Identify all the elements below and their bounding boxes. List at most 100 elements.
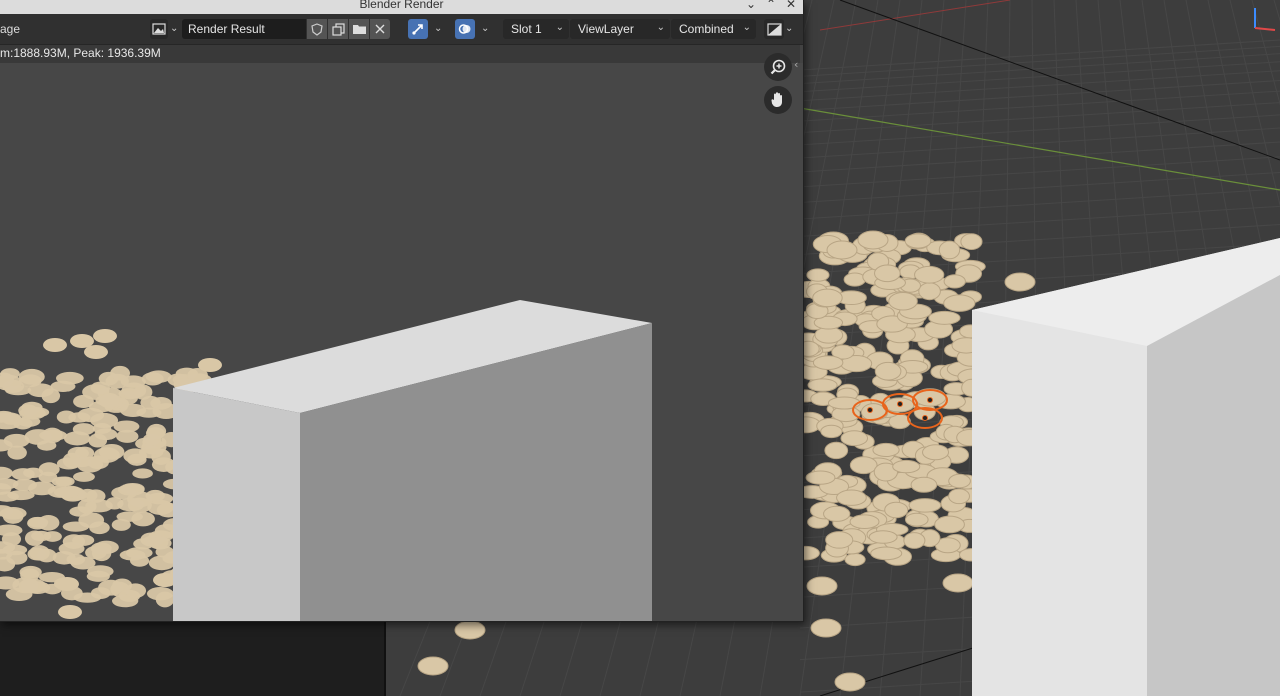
pebble xyxy=(918,282,941,301)
pebble xyxy=(18,368,45,385)
pebble xyxy=(824,441,849,460)
display-channels-icon[interactable] xyxy=(764,19,784,39)
duplicate-icon[interactable] xyxy=(328,19,348,39)
origin-point xyxy=(897,401,903,407)
pebble xyxy=(43,338,67,352)
pebble xyxy=(131,511,155,527)
chevron-down-icon[interactable]: ⌄ xyxy=(785,23,793,34)
pebble xyxy=(834,672,866,692)
pebble xyxy=(27,516,48,530)
image-menu[interactable]: age xyxy=(0,22,20,36)
pebble xyxy=(29,545,50,561)
pebble xyxy=(119,549,146,561)
pebble xyxy=(888,291,918,311)
pebble xyxy=(72,423,95,436)
pebble xyxy=(908,498,942,513)
pebble xyxy=(844,552,866,567)
pebble xyxy=(904,512,929,527)
pebble xyxy=(914,265,945,284)
pebble xyxy=(89,521,110,535)
render-result-image[interactable] xyxy=(0,63,803,621)
window-title: Blender Render xyxy=(359,0,444,11)
pebble xyxy=(960,233,983,251)
pebble xyxy=(928,310,961,325)
open-folder-icon[interactable] xyxy=(349,19,369,39)
pebble xyxy=(73,592,102,603)
pebble xyxy=(825,531,854,549)
pebble xyxy=(806,576,838,596)
render-stats: m:1888.93M, Peak: 1936.39M xyxy=(0,45,800,63)
pebble xyxy=(857,230,889,250)
pebble xyxy=(942,573,974,593)
pebble xyxy=(805,470,836,485)
pebble xyxy=(56,371,84,385)
pebble xyxy=(884,501,909,519)
pebble xyxy=(874,361,902,381)
render-window[interactable]: Blender Render ⌄ ⌃ ✕ age ⌄ Render Result… xyxy=(0,0,804,622)
image-browse-icon[interactable] xyxy=(150,19,168,39)
overlays-toggle-icon[interactable] xyxy=(455,19,475,39)
pebble xyxy=(810,618,842,638)
chevron-down-icon: ⌄ xyxy=(742,22,751,33)
pebble xyxy=(55,476,75,487)
pebble xyxy=(133,538,154,550)
pebble xyxy=(127,453,147,466)
pebble xyxy=(849,456,878,475)
gizmo-toggle-icon[interactable] xyxy=(408,19,428,39)
pebble xyxy=(904,233,932,249)
hand-icon[interactable] xyxy=(764,86,792,114)
pebble xyxy=(820,424,843,439)
pebble xyxy=(12,479,38,492)
pebble xyxy=(20,578,40,592)
pebble xyxy=(118,589,141,602)
window-titlebar[interactable]: Blender Render ⌄ ⌃ ✕ xyxy=(0,0,803,14)
origin-point xyxy=(867,407,873,413)
image-name-field[interactable]: Render Result xyxy=(182,19,306,39)
render-block-left xyxy=(173,388,300,621)
pebble xyxy=(146,587,174,601)
unlink-close-icon[interactable] xyxy=(370,19,390,39)
pebble xyxy=(119,403,147,418)
pebble xyxy=(840,430,869,447)
slot-dropdown[interactable]: Slot 1 ⌄ xyxy=(503,19,569,39)
pebble xyxy=(90,381,110,395)
pebble xyxy=(417,656,449,676)
pebble xyxy=(58,605,82,619)
pebble xyxy=(110,365,130,381)
minimize-icon[interactable]: ⌄ xyxy=(743,0,759,12)
pebble xyxy=(948,488,970,505)
maximize-icon[interactable]: ⌃ xyxy=(763,0,779,12)
pebble xyxy=(90,542,112,555)
pebble xyxy=(934,515,965,534)
pebble xyxy=(84,345,108,359)
pebble xyxy=(111,486,137,500)
pebble xyxy=(1004,272,1036,292)
fake-user-shield-icon[interactable] xyxy=(307,19,327,39)
chevron-down-icon: ⌄ xyxy=(555,22,564,33)
pebble xyxy=(843,272,867,287)
pebble xyxy=(872,442,900,458)
gizmo-x-axis xyxy=(1254,27,1276,31)
chevron-down-icon[interactable]: ⌄ xyxy=(170,23,178,34)
pebble xyxy=(943,294,976,312)
sidebar-toggle-icon[interactable]: ‹ xyxy=(794,58,798,71)
zoom-icon[interactable] xyxy=(764,53,792,81)
pebble xyxy=(151,457,176,472)
pebble xyxy=(142,433,162,446)
render-pass-dropdown[interactable]: Combined ⌄ xyxy=(671,19,756,39)
pebble xyxy=(826,240,858,260)
chevron-down-icon[interactable]: ⌄ xyxy=(481,23,489,34)
pebble xyxy=(948,473,971,489)
y-axis-line xyxy=(799,107,1280,191)
chevron-down-icon[interactable]: ⌄ xyxy=(434,23,442,34)
pebble xyxy=(77,488,98,503)
pebble xyxy=(836,489,867,506)
pebble xyxy=(55,577,79,591)
close-icon[interactable]: ✕ xyxy=(783,0,799,12)
view-layer-dropdown[interactable]: ViewLayer ⌄ xyxy=(570,19,670,39)
pebble xyxy=(807,378,838,392)
origin-point xyxy=(927,397,933,403)
pebble xyxy=(3,433,30,448)
view-layer-label: ViewLayer xyxy=(578,22,634,36)
pebble xyxy=(93,329,117,343)
